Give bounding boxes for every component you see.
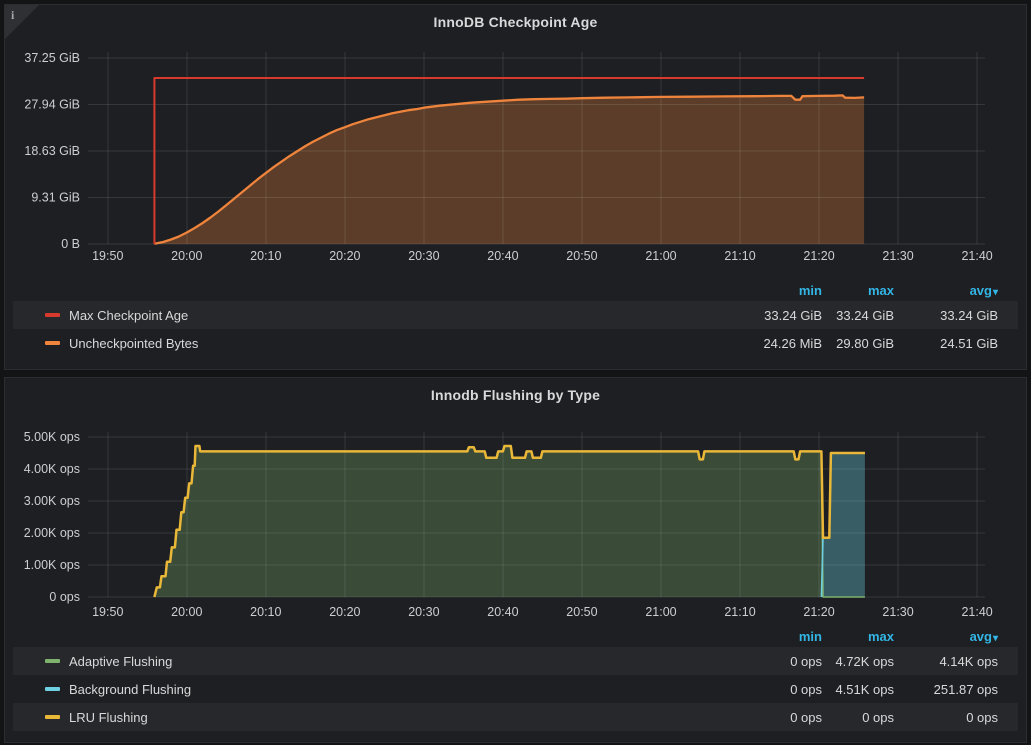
legend-table: min max avg▾ Max Checkpoint Age 33.24 Gi…	[13, 279, 1018, 357]
panel-info-corner[interactable]: i	[5, 5, 39, 39]
svg-text:21:40: 21:40	[961, 249, 992, 263]
svg-text:21:20: 21:20	[803, 249, 834, 263]
svg-text:20:40: 20:40	[487, 249, 518, 263]
series-name[interactable]: LRU Flushing	[69, 710, 148, 725]
panel-title[interactable]: InnoDB Checkpoint Age	[5, 5, 1026, 30]
series-name[interactable]: Background Flushing	[69, 682, 191, 697]
series-color-swatch	[45, 313, 60, 317]
series-max-value: 0 ops	[822, 710, 894, 725]
panel-title[interactable]: Innodb Flushing by Type	[5, 378, 1026, 403]
legend-header-row: min max avg▾	[13, 625, 1018, 647]
series-avg-value: 33.24 GiB	[894, 308, 998, 323]
series-avg-value: 24.51 GiB	[894, 336, 998, 351]
svg-text:18.63 GiB: 18.63 GiB	[24, 144, 80, 158]
series-min-value: 33.24 GiB	[750, 308, 822, 323]
series-avg-value: 0 ops	[894, 710, 998, 725]
series-color-swatch	[45, 715, 60, 719]
series-min-value: 24.26 MiB	[750, 336, 822, 351]
svg-text:19:50: 19:50	[92, 249, 123, 263]
legend-header-avg-label: avg	[970, 283, 992, 298]
legend-row-uncheckpointed-bytes[interactable]: Uncheckpointed Bytes 24.26 MiB 29.80 GiB…	[13, 329, 1018, 357]
panel-innodb-flushing-by-type: Innodb Flushing by Type 19:50 20:00 20:10 2…	[4, 377, 1027, 743]
legend-row-adaptive-flushing[interactable]: Adaptive Flushing 0 ops 4.72K ops 4.14K …	[13, 647, 1018, 675]
series-color-swatch	[45, 687, 60, 691]
series-max-value: 4.72K ops	[822, 654, 894, 669]
legend-header-min[interactable]: min	[750, 283, 822, 298]
series-name[interactable]: Uncheckpointed Bytes	[69, 336, 198, 351]
svg-text:19:50: 19:50	[92, 605, 123, 619]
svg-text:5.00K ops: 5.00K ops	[24, 430, 80, 444]
sort-caret-icon: ▾	[993, 287, 998, 298]
svg-text:9.31 GiB: 9.31 GiB	[31, 190, 80, 204]
series-min-value: 0 ops	[750, 682, 822, 697]
svg-text:20:10: 20:10	[250, 605, 281, 619]
sort-caret-icon: ▾	[993, 633, 998, 644]
svg-text:27.94 GiB: 27.94 GiB	[24, 97, 80, 111]
svg-text:21:10: 21:10	[724, 249, 755, 263]
svg-text:21:20: 21:20	[803, 605, 834, 619]
series-max-value: 4.51K ops	[822, 682, 894, 697]
svg-text:2.00K ops: 2.00K ops	[24, 526, 80, 540]
info-icon: i	[11, 8, 14, 23]
legend-header-max[interactable]: max	[822, 629, 894, 644]
legend-header-avg[interactable]: avg▾	[894, 629, 998, 644]
series-color-swatch	[45, 341, 60, 345]
series-avg-value: 4.14K ops	[894, 654, 998, 669]
svg-text:20:30: 20:30	[408, 605, 439, 619]
legend-row-lru-flushing[interactable]: LRU Flushing 0 ops 0 ops 0 ops	[13, 703, 1018, 731]
series-max-value: 33.24 GiB	[822, 308, 894, 323]
panel-innodb-checkpoint-age: i InnoDB Checkpoint Age 19:50 20:00 20:10 2…	[4, 4, 1027, 370]
legend-header-max[interactable]: max	[822, 283, 894, 298]
svg-text:21:30: 21:30	[882, 605, 913, 619]
svg-text:4.00K ops: 4.00K ops	[24, 462, 80, 476]
svg-text:0 B: 0 B	[61, 237, 80, 251]
legend-header-row: min max avg▾	[13, 279, 1018, 301]
svg-text:20:20: 20:20	[329, 249, 360, 263]
series-name[interactable]: Adaptive Flushing	[69, 654, 172, 669]
svg-text:20:40: 20:40	[487, 605, 518, 619]
series-name[interactable]: Max Checkpoint Age	[69, 308, 188, 323]
series-avg-value: 251.87 ops	[894, 682, 998, 697]
legend-row-max-checkpoint-age[interactable]: Max Checkpoint Age 33.24 GiB 33.24 GiB 3…	[13, 301, 1018, 329]
svg-text:21:00: 21:00	[645, 249, 676, 263]
legend-row-background-flushing[interactable]: Background Flushing 0 ops 4.51K ops 251.…	[13, 675, 1018, 703]
svg-text:20:50: 20:50	[566, 605, 597, 619]
svg-text:20:20: 20:20	[329, 605, 360, 619]
checkpoint-age-chart[interactable]: 19:50 20:00 20:10 20:20 20:30 20:40 20:50 21:00…	[6, 46, 1025, 270]
svg-text:20:00: 20:00	[171, 605, 202, 619]
svg-text:37.25 GiB: 37.25 GiB	[24, 51, 80, 65]
svg-text:20:00: 20:00	[171, 249, 202, 263]
svg-text:21:00: 21:00	[645, 605, 676, 619]
svg-text:0 ops: 0 ops	[49, 590, 80, 604]
series-max-value: 29.80 GiB	[822, 336, 894, 351]
svg-text:21:40: 21:40	[961, 605, 992, 619]
legend-header-avg[interactable]: avg▾	[894, 283, 998, 298]
legend-header-min[interactable]: min	[750, 629, 822, 644]
series-min-value: 0 ops	[750, 710, 822, 725]
svg-text:21:30: 21:30	[882, 249, 913, 263]
flushing-by-type-chart[interactable]: 19:50 20:00 20:10 20:20 20:30 20:40 20:50 21:00…	[6, 424, 1025, 624]
svg-text:20:50: 20:50	[566, 249, 597, 263]
svg-text:20:10: 20:10	[250, 249, 281, 263]
svg-text:21:10: 21:10	[724, 605, 755, 619]
legend-table: min max avg▾ Adaptive Flushing 0 ops 4.7…	[13, 625, 1018, 731]
svg-text:20:30: 20:30	[408, 249, 439, 263]
svg-text:3.00K ops: 3.00K ops	[24, 494, 80, 508]
series-min-value: 0 ops	[750, 654, 822, 669]
series-color-swatch	[45, 659, 60, 663]
svg-text:1.00K ops: 1.00K ops	[24, 558, 80, 572]
legend-header-avg-label: avg	[970, 629, 992, 644]
